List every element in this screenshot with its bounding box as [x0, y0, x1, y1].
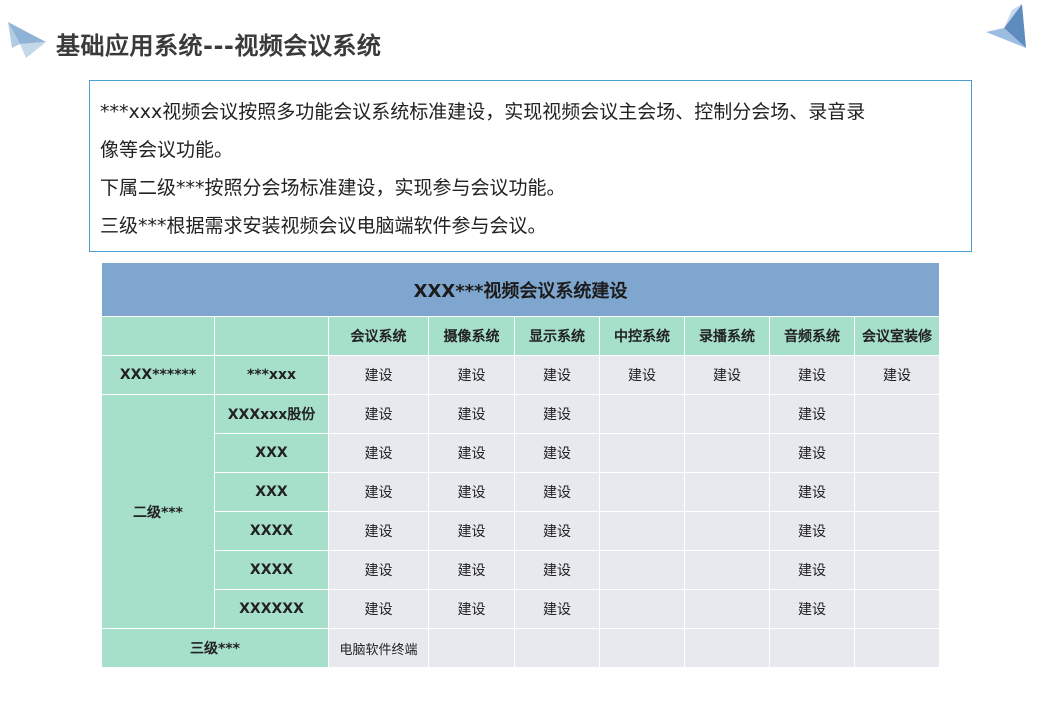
- column-header: 录播系统: [684, 316, 770, 356]
- table-title: XXX***视频会议系统建设: [101, 262, 940, 317]
- table-cell: 建设: [769, 472, 855, 512]
- table-cell: 建设: [428, 511, 515, 551]
- description-line: 三级***根据需求安装视频会议电脑端软件参与会议。: [100, 215, 547, 237]
- table-cell: [769, 628, 855, 668]
- table-cell: [854, 589, 940, 629]
- table-cell: [684, 550, 770, 590]
- table-cell: 建设: [328, 589, 429, 629]
- paper-plane-icon: [8, 22, 46, 58]
- unit-label: XXX: [214, 433, 329, 473]
- unit-label: XXXX: [214, 550, 329, 590]
- column-header: 中控系统: [599, 316, 685, 356]
- table-cell: 建设: [514, 472, 600, 512]
- table-cell: 建设: [428, 433, 515, 473]
- unit-label: XXXxxx股份: [214, 394, 329, 434]
- level-label: XXX******: [101, 355, 215, 395]
- table-row: XXXX 建设 建设 建设 建设: [102, 511, 940, 551]
- video-conference-table: XXX***视频会议系统建设 会议系统 摄像系统 显示系统 中控系统 录播系统 …: [101, 262, 940, 668]
- table-cell: [684, 589, 770, 629]
- unit-label: XXXX: [214, 511, 329, 551]
- table-cell: 建设: [514, 394, 600, 434]
- table-cell: [599, 511, 685, 551]
- table-cell: 建设: [769, 550, 855, 590]
- table-cell: 建设: [769, 394, 855, 434]
- table-cell: [854, 472, 940, 512]
- header-empty-cell: [101, 316, 215, 356]
- table-cell: 建设: [769, 433, 855, 473]
- table-row: XXX 建设 建设 建设 建设: [102, 433, 940, 473]
- table-cell: 建设: [428, 355, 515, 395]
- table-cell: [599, 550, 685, 590]
- table-cell: 建设: [328, 394, 429, 434]
- table-cell: 建设: [328, 433, 429, 473]
- header-empty-cell: [214, 316, 329, 356]
- table-cell: 建设: [854, 355, 940, 395]
- table-cell: 建设: [328, 550, 429, 590]
- column-header: 显示系统: [514, 316, 600, 356]
- table-cell: [684, 394, 770, 434]
- table-cell: [854, 511, 940, 551]
- table-cell: [599, 433, 685, 473]
- table-cell: [854, 433, 940, 473]
- table-cell: 建设: [328, 355, 429, 395]
- table-row: 二级*** XXXxxx股份 建设 建设 建设 建设: [101, 394, 940, 629]
- table-cell: [599, 589, 685, 629]
- table-cell: [854, 550, 940, 590]
- table-cell: [599, 628, 685, 668]
- table-cell: 建设: [514, 589, 600, 629]
- table-cell: [684, 433, 770, 473]
- table-cell: [599, 394, 685, 434]
- table-cell: [599, 472, 685, 512]
- table-row: XXXX 建设 建设 建设 建设: [102, 550, 940, 590]
- paper-plane-icon: [986, 4, 1026, 48]
- table-cell: [684, 472, 770, 512]
- table-cell: 建设: [428, 394, 515, 434]
- table-cell: 建设: [769, 355, 855, 395]
- table-cell: 建设: [328, 511, 429, 551]
- table-cell: 建设: [428, 589, 515, 629]
- table-row: XXX****** ***xxx 建设 建设 建设 建设 建设 建设 建设: [101, 355, 940, 395]
- column-header: 会议系统: [328, 316, 429, 356]
- table-cell: 建设: [514, 550, 600, 590]
- table-row: XXX 建设 建设 建设 建设: [102, 472, 940, 512]
- table-cell: 建设: [599, 355, 685, 395]
- column-header: 会议室装修: [854, 316, 940, 356]
- description-line: 像等会议功能。: [100, 139, 234, 161]
- table-cell: 建设: [428, 472, 515, 512]
- column-header: 音频系统: [769, 316, 855, 356]
- table-cell: [684, 511, 770, 551]
- unit-label: ***xxx: [214, 355, 329, 395]
- table-cell: 建设: [328, 472, 429, 512]
- table-cell: [514, 628, 600, 668]
- table-row: 三级*** 电脑软件终端: [101, 628, 940, 668]
- table-cell: [428, 628, 515, 668]
- table-cell: 建设: [684, 355, 770, 395]
- table-cell: 建设: [514, 433, 600, 473]
- table-cell: [854, 628, 940, 668]
- table-cell: 建设: [514, 511, 600, 551]
- table-cell: 建设: [769, 511, 855, 551]
- description-line: ***xxx视频会议按照多功能会议系统标准建设，实现视频会议主会场、控制分会场、…: [100, 101, 866, 123]
- description-box: ***xxx视频会议按照多功能会议系统标准建设，实现视频会议主会场、控制分会场、…: [89, 80, 972, 252]
- table-cell: [854, 394, 940, 434]
- table-cell: 建设: [514, 355, 600, 395]
- table-cell: 建设: [769, 589, 855, 629]
- table-cell: 建设: [428, 550, 515, 590]
- table-cell: [684, 628, 770, 668]
- level-label: 三级***: [101, 628, 329, 668]
- unit-label: XXXXXX: [214, 589, 329, 629]
- table-cell: 电脑软件终端: [328, 628, 429, 668]
- page-title: 基础应用系统---视频会议系统: [56, 32, 382, 60]
- unit-label: XXX: [214, 472, 329, 512]
- level-label: 二级***: [101, 394, 215, 629]
- table-row: XXXXXX 建设 建设 建设 建设: [102, 589, 940, 629]
- description-line: 下属二级***按照分会场标准建设，实现参与会议功能。: [100, 177, 566, 199]
- column-header: 摄像系统: [428, 316, 515, 356]
